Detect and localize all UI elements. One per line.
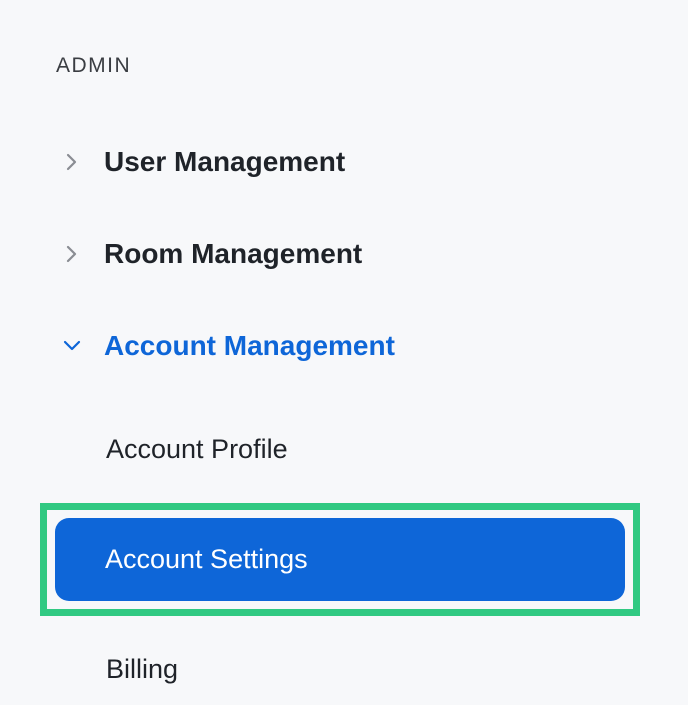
nav-label: Account Management — [104, 330, 395, 362]
chevron-right-icon — [60, 150, 84, 174]
nav-label: User Management — [104, 146, 345, 178]
sub-nav-list: Account Profile Account Settings Billing — [50, 414, 638, 705]
nav-list: User Management Room Management Account … — [50, 146, 638, 362]
section-header: ADMIN — [50, 54, 638, 78]
nav-item-account-management[interactable]: Account Management — [50, 330, 638, 362]
sub-item-account-profile[interactable]: Account Profile — [50, 414, 638, 485]
nav-label: Room Management — [104, 238, 362, 270]
chevron-down-icon — [60, 334, 84, 358]
admin-sidebar: ADMIN User Management Room Management — [0, 0, 688, 705]
nav-item-room-management[interactable]: Room Management — [50, 238, 638, 270]
sub-item-billing[interactable]: Billing — [50, 634, 638, 705]
highlight-box: Account Settings — [40, 503, 640, 616]
chevron-right-icon — [60, 242, 84, 266]
nav-item-user-management[interactable]: User Management — [50, 146, 638, 178]
sub-item-account-settings[interactable]: Account Settings — [55, 518, 625, 601]
